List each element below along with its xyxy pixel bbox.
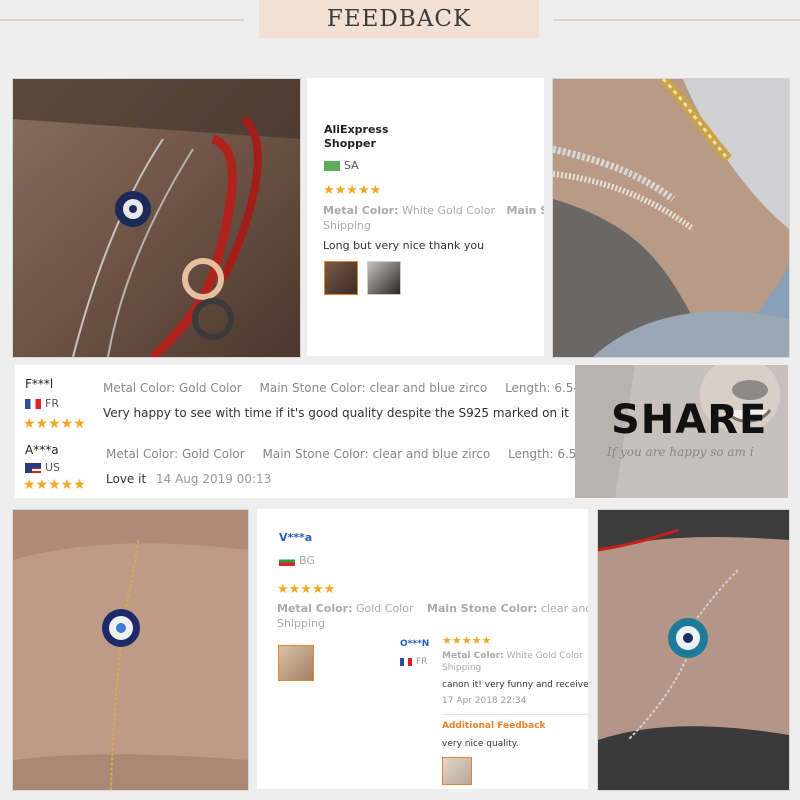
flag-us-icon [25,463,41,473]
header-line-right [554,19,800,21]
review-date: 14 Aug 2019 00:13 [155,472,272,486]
header-line-left [0,19,244,21]
shipping-label: Shipping [323,219,371,232]
rating-stars: ★★★★★ [442,634,492,647]
sku-info: Metal Color: Gold Color Main Stone Color… [103,381,575,395]
reviewer-name: F***l [25,377,54,391]
reviewer-country: FR [25,397,59,410]
sku-info: Metal Color: Gold Color Main Stone Color… [277,602,588,615]
photo-red-cord-bracelet[interactable] [12,78,301,358]
review-list-card: F***l FR ★★★★★ Metal Color: Gold Color M… [15,365,575,498]
reviewer-country: US [25,461,60,474]
page-title: FEEDBACK [259,0,539,38]
share-title: SHARE [611,397,768,443]
rating-stars: ★★★★★ [23,416,86,432]
photo-red-string-evil-eye[interactable] [597,509,790,791]
review-date: 17 Apr 2018 22:34 [442,696,527,706]
photo-watch-bracelets[interactable] [552,78,790,358]
review-thumbnail[interactable] [324,261,358,295]
additional-feedback-label: Additional Feedback [442,721,546,731]
share-banner[interactable]: SHARE If you are happy so am i [575,365,788,498]
review-card-bottom: V***a BG ★★★★★ Metal Color: Gold Color M… [257,509,588,789]
flag-bg-icon [279,556,295,566]
flag-fr-icon [400,657,412,666]
review-comment: canon it! very funny and received [442,680,588,690]
additional-feedback-comment: very nice quality. [442,739,519,749]
rating-stars: ★★★★★ [323,183,382,198]
review-thumbnail[interactable] [278,645,314,681]
reviewer-name: AliExpress Shopper [324,123,389,150]
divider [442,714,588,715]
sku-info: Metal Color: Gold Color Main Stone Color… [106,447,575,461]
reviewer-name: A***a [25,443,59,457]
rating-stars: ★★★★★ [277,582,336,597]
nested-review: O***N FR ★★★★★ Metal Color: White Gold C… [397,633,588,789]
reviewer-name: V***a [279,531,313,544]
reviewer-country: FR [400,657,427,667]
shipping-label: Shipping [442,663,482,673]
photo-gold-evil-eye-bracelet[interactable] [12,509,249,791]
sku-info: Metal Color: White Gold Color [442,651,583,661]
share-tagline: If you are happy so am i [607,445,754,459]
flag-fr-icon [25,399,41,409]
reviewer-name: O***N [400,639,430,649]
sku-info: Metal Color: White Gold Color Main Sto [323,204,544,217]
shipping-label: Shipping [277,617,325,630]
review-thumbnail[interactable] [367,261,401,295]
rating-stars: ★★★★★ [23,477,86,493]
reviewer-country: SA [324,159,359,172]
review-card-top: AliExpress Shopper SA ★★★★★ Metal Color:… [307,78,544,356]
review-comment: Long but very nice thank you [323,239,485,252]
review-comment: Love it 14 Aug 2019 00:13 [106,472,272,486]
review-thumbnail[interactable] [442,757,472,785]
flag-sa-icon [324,161,340,171]
review-comment: Very happy to see with time if it's good… [103,406,569,420]
reviewer-country: BG [279,554,315,567]
